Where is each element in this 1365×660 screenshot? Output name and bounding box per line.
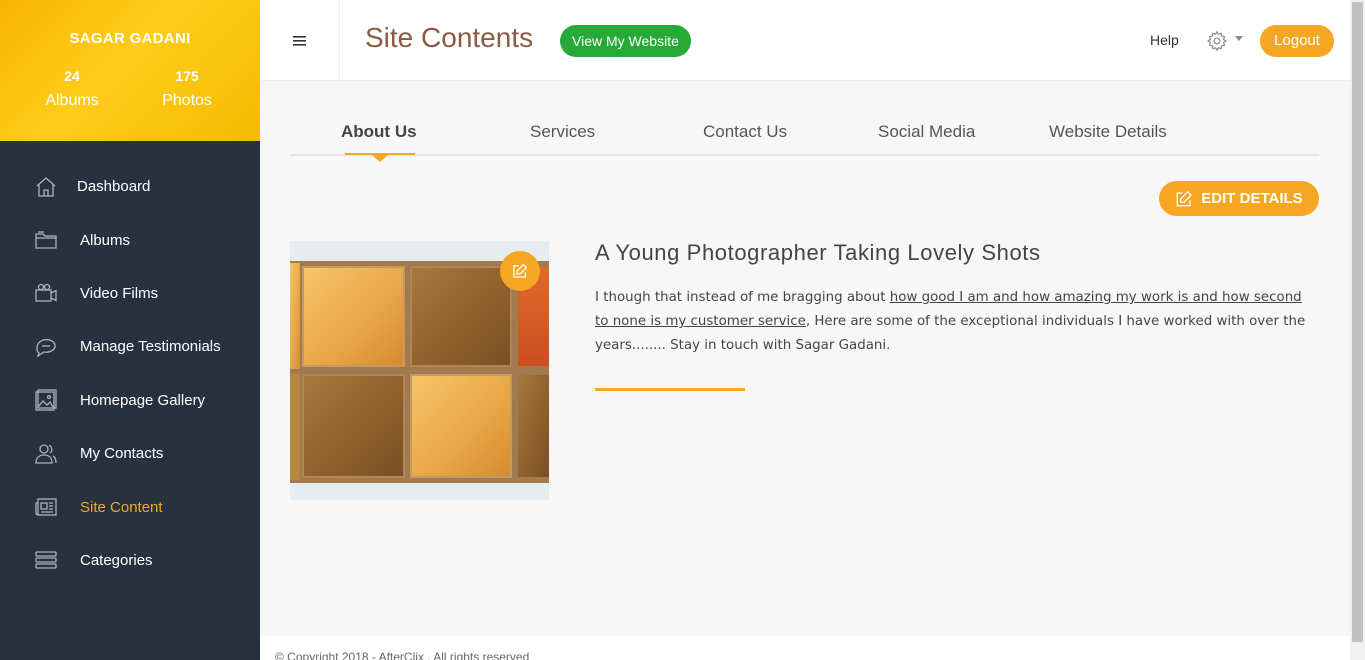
photos-stat[interactable]: 175 Photos — [137, 68, 237, 110]
about-heading: A Young Photographer Taking Lovely Shots — [595, 240, 1041, 265]
hamburger-icon — [292, 35, 306, 46]
scrollbar-thumb[interactable] — [1352, 2, 1363, 642]
vertical-scrollbar[interactable] — [1350, 0, 1365, 660]
home-icon — [34, 175, 58, 199]
video-camera-icon — [34, 281, 58, 305]
copyright-text: © Copyright 2018 - AfterClix . All right… — [275, 650, 530, 660]
edit-details-button[interactable]: EDIT DETAILS — [1159, 181, 1319, 216]
sidebar-item-label: Manage Testimonials — [80, 338, 221, 356]
chat-bubble-icon — [34, 335, 58, 359]
photos-label: Photos — [162, 92, 212, 109]
sidebar-item-label: Video Films — [80, 284, 159, 302]
edit-details-label: EDIT DETAILS — [1201, 190, 1303, 207]
view-my-website-button[interactable]: View My Website — [560, 25, 691, 57]
content-tabs: About Us Services Contact Us Social Medi… — [290, 110, 1319, 162]
albums-count: 24 — [64, 68, 80, 84]
accent-divider — [595, 388, 745, 391]
sidebar-item-label: Albums — [80, 231, 131, 249]
image-edit-button[interactable] — [500, 251, 540, 291]
sidebar-item-label: Dashboard — [77, 178, 151, 196]
footer: © Copyright 2018 - AfterClix . All right… — [260, 636, 1350, 660]
sidebar-item-dashboard[interactable]: Dashboard — [0, 160, 260, 213]
page-title: Site Contents — [365, 22, 534, 53]
logout-button[interactable]: Logout — [1260, 25, 1334, 57]
settings-dropdown[interactable] — [1206, 30, 1246, 52]
folder-icon — [34, 228, 58, 252]
newspaper-icon — [34, 495, 58, 519]
sidebar-item-label: Homepage Gallery — [80, 391, 206, 409]
gear-icon — [1206, 30, 1228, 52]
profile-panel: SAGAR GADANI 24 Albums 175 Photos — [0, 0, 260, 141]
tab-website-details[interactable]: Website Details — [1049, 122, 1167, 142]
sidebar-item-label: Categories — [80, 551, 153, 569]
tab-social-media[interactable]: Social Media — [878, 122, 975, 142]
sidebar-item-site-content[interactable]: Site Content — [0, 480, 260, 533]
tab-services[interactable]: Services — [530, 122, 595, 142]
tab-contact-us[interactable]: Contact Us — [703, 122, 787, 142]
sidebar-item-label: Site Content — [80, 498, 163, 516]
sidebar-item-video-films[interactable]: Video Films — [0, 267, 260, 320]
profile-name: SAGAR GADANI — [69, 30, 191, 47]
image-icon — [34, 388, 58, 412]
edit-icon — [513, 263, 528, 278]
sidebar-item-label: My Contacts — [80, 445, 164, 463]
about-text-part: I though that instead of me bragging abo… — [595, 290, 890, 305]
active-tab-caret — [372, 155, 388, 162]
sidebar-item-albums[interactable]: Albums — [0, 213, 260, 266]
sidebar-item-manage-testimonials[interactable]: Manage Testimonials — [0, 320, 260, 373]
sidebar-item-categories[interactable]: Categories — [0, 534, 260, 587]
sidebar-nav: Dashboard Albums Video Films Manage Test… — [0, 160, 260, 587]
about-text: I though that instead of me bragging abo… — [595, 286, 1307, 358]
help-link[interactable]: Help — [1150, 32, 1179, 48]
photos-count: 175 — [175, 68, 199, 84]
users-icon — [34, 442, 58, 466]
albums-stat[interactable]: 24 Albums — [22, 68, 122, 110]
list-icon — [34, 548, 58, 572]
top-header: Site Contents View My Website Help Logou… — [260, 0, 1350, 81]
albums-label: Albums — [45, 92, 99, 109]
menu-toggle-button[interactable] — [260, 0, 340, 81]
sidebar-item-my-contacts[interactable]: My Contacts — [0, 427, 260, 480]
tab-about-us[interactable]: About Us — [341, 122, 417, 142]
caret-down-icon — [1235, 36, 1243, 41]
sidebar-item-homepage-gallery[interactable]: Homepage Gallery — [0, 374, 260, 427]
sidebar: SAGAR GADANI 24 Albums 175 Photos Dashbo… — [0, 0, 260, 660]
edit-icon — [1176, 190, 1193, 206]
